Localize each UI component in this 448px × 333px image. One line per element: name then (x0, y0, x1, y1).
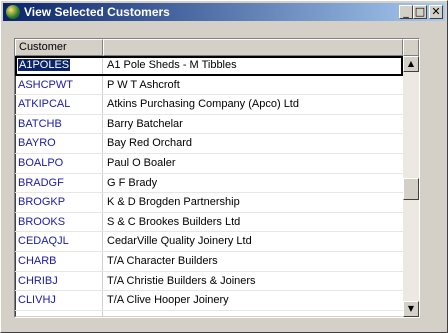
customer-name-cell[interactable]: K & D Brogden Partnership (107, 196, 240, 208)
customer-code-cell[interactable]: ATKIPCAL (18, 98, 70, 110)
table-row[interactable]: ATKIPCAL Atkins Purchasing Company (Apco)… (15, 95, 403, 115)
customer-name-cell[interactable]: CedarVille Quality Joinery Ltd (107, 235, 252, 247)
app-icon[interactable] (6, 5, 20, 19)
customer-code-cell[interactable]: BAYRO (18, 137, 56, 149)
customer-rows: A1POLES A1 Pole Sheds - M Tibbles ASHCPWT P… (15, 56, 403, 311)
customer-grid[interactable]: Customer A1POLES A1 Pole Sheds - M Tibble… (14, 38, 420, 318)
title-bar[interactable]: View Selected Customers _ □ ✕ (3, 3, 445, 21)
scroll-down-button[interactable]: ▼ (403, 301, 419, 317)
table-row[interactable]: A1POLES A1 Pole Sheds - M Tibbles (15, 56, 403, 76)
customer-name-cell[interactable]: Atkins Purchasing Company (Apco) Ltd (107, 98, 299, 110)
scroll-down-arrow-icon: ▼ (407, 304, 415, 313)
customer-code-cell[interactable]: BROOKS (18, 216, 65, 228)
table-row[interactable]: CHRIBJ T/A Christie Builders & Joiners (15, 272, 403, 292)
table-row[interactable]: CEDAQJL CedarVille Quality Joinery Ltd (15, 232, 403, 252)
customer-code-cell[interactable]: A1POLES (18, 59, 71, 71)
view-selected-customers-window: View Selected Customers _ □ ✕ Customer A… (0, 0, 448, 333)
minimize-button[interactable]: _ (399, 5, 413, 19)
customer-code-cell[interactable]: BRADGF (18, 177, 64, 189)
scroll-up-button[interactable]: ▲ (403, 56, 419, 72)
customer-name-cell[interactable]: T/A Character Builders (107, 255, 218, 267)
customer-code-cell[interactable]: CHRIBJ (18, 275, 58, 287)
customer-code-cell[interactable]: CEDAQJL (18, 235, 69, 247)
header-corner (403, 39, 419, 56)
maximize-button[interactable]: □ (413, 5, 427, 19)
table-row[interactable]: BATCHB Barry Batchelar (15, 115, 403, 135)
customer-name-cell[interactable]: T/A Clive Hooper Joinery (107, 294, 229, 306)
customer-name-cell[interactable]: Bay Red Orchard (107, 137, 192, 149)
table-row[interactable]: BROOKS S & C Brookes Builders Ltd (15, 213, 403, 233)
customer-name-cell[interactable]: Barry Batchelar (107, 118, 183, 130)
close-button[interactable]: ✕ (429, 5, 443, 19)
customer-code-cell[interactable]: CLIVHJ (18, 294, 56, 306)
column-header-name[interactable] (103, 39, 403, 56)
table-row[interactable]: ASHCPWT P W T Ashcroft (15, 76, 403, 96)
table-row[interactable]: BROGKP K & D Brogden Partnership (15, 193, 403, 213)
customer-code-cell[interactable]: ASHCPWT (18, 79, 73, 91)
customer-code-cell[interactable]: BOALPO (18, 157, 63, 169)
scroll-up-arrow-icon: ▲ (407, 59, 415, 68)
table-row[interactable]: CLIVHJ T/A Clive Hooper Joinery (15, 291, 403, 311)
maximize-icon: □ (414, 5, 426, 18)
minimize-icon: _ (403, 5, 409, 18)
customer-name-cell[interactable]: A1 Pole Sheds - M Tibbles (107, 59, 237, 71)
customer-code-cell[interactable]: BROGKP (18, 196, 65, 208)
customer-code-cell[interactable]: BATCHB (18, 118, 62, 130)
customer-code-cell[interactable]: CHARB (18, 255, 57, 267)
table-row[interactable]: BRADGF G F Brady (15, 174, 403, 194)
table-row[interactable]: BOALPO Paul O Boaler (15, 154, 403, 174)
close-icon: ✕ (431, 5, 441, 18)
customer-name-cell[interactable]: T/A Christie Builders & Joiners (107, 275, 256, 287)
vertical-scrollbar[interactable]: ▲ ▼ (403, 56, 419, 317)
customer-name-cell[interactable]: P W T Ashcroft (107, 79, 180, 91)
column-header-customer[interactable]: Customer (15, 39, 103, 56)
table-row[interactable]: CHARB T/A Character Builders (15, 252, 403, 272)
window-title: View Selected Customers (24, 5, 170, 19)
customer-name-cell[interactable]: Paul O Boaler (107, 157, 175, 169)
customer-name-cell[interactable]: G F Brady (107, 177, 157, 189)
scroll-thumb[interactable] (403, 178, 419, 200)
table-row[interactable]: BAYRO Bay Red Orchard (15, 134, 403, 154)
customer-name-cell[interactable]: S & C Brookes Builders Ltd (107, 216, 240, 228)
